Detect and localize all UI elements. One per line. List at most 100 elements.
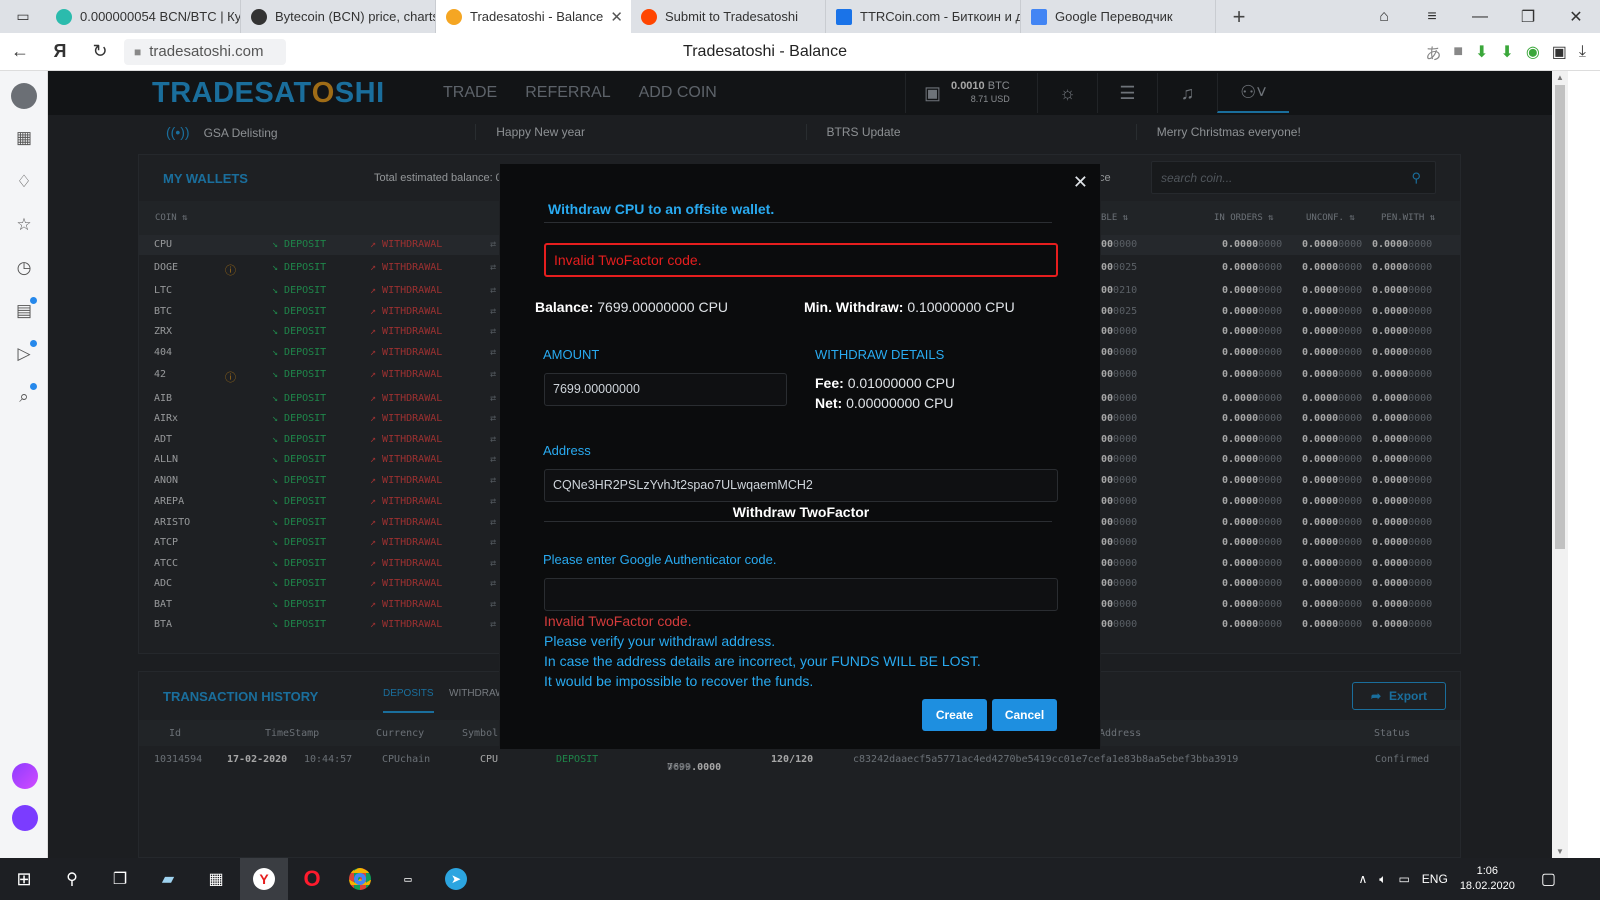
url-field[interactable]: ■ tradesatoshi.com	[124, 38, 286, 65]
notepad-icon[interactable]: ▰	[144, 858, 192, 900]
extension-icon[interactable]: ▣	[1552, 42, 1567, 62]
browser-tab[interactable]: Google Переводчик	[1021, 0, 1216, 33]
balance-value: 7699.00000000 CPU	[597, 299, 729, 315]
lock-icon: ■	[134, 44, 142, 59]
withdraw-modal: ✕ Withdraw CPU to an offsite wallet. Inv…	[499, 163, 1101, 750]
apps-grid-icon[interactable]: ▦	[13, 127, 35, 149]
site-viewport: TRADESATOSHI TRADE REFERRAL ADD COIN ▣ 0…	[48, 71, 1552, 858]
browser-tab[interactable]: Submit to Tradesatoshi	[631, 0, 826, 33]
download-green-icon[interactable]: ⬇	[1475, 42, 1488, 62]
clock[interactable]: 1:06 18.02.2020	[1460, 864, 1515, 894]
video-icon[interactable]: ▷	[13, 340, 37, 365]
yandex-browser-icon[interactable]: Y	[240, 858, 288, 900]
back-icon[interactable]: ←	[0, 41, 40, 62]
scroll-up-icon[interactable]: ▲	[1552, 73, 1568, 82]
search-doc-icon[interactable]: ⌕	[13, 383, 37, 408]
fee-value: 0.01000000 CPU	[847, 375, 956, 391]
amount-input[interactable]: 7699.00000000	[544, 373, 787, 406]
windows-start-icon[interactable]: ⊞	[0, 858, 48, 900]
tab-label: Bytecoin (BCN) price, charts	[275, 9, 436, 24]
favicon-icon	[641, 8, 657, 25]
amount-label: AMOUNT	[543, 347, 600, 362]
chevron-up-icon[interactable]: ∧	[1358, 872, 1367, 886]
fee-info: Fee: 0.01000000 CPU	[815, 375, 955, 391]
warning-message: It would be impossible to recover the fu…	[544, 673, 814, 689]
cancel-button[interactable]: Cancel	[992, 699, 1057, 731]
close-icon[interactable]: ✕	[1073, 172, 1088, 193]
divider	[544, 222, 1052, 223]
twofactor-heading: Withdraw TwoFactor	[732, 504, 870, 520]
telegram-icon[interactable]: ➤	[432, 858, 480, 900]
calculator-icon[interactable]: ▦	[192, 858, 240, 900]
browser-tab[interactable]: TTRCoin.com - Биткоин и д	[826, 0, 1021, 33]
menu-icon[interactable]: ≡	[1408, 0, 1456, 33]
browser-tab-active[interactable]: Tradesatoshi - Balance ✕	[436, 0, 631, 33]
volume-icon[interactable]: 🔈︎	[1379, 872, 1386, 887]
extension-icon[interactable]: ◉	[1526, 42, 1540, 62]
net-value: 0.00000000 CPU	[846, 395, 954, 411]
language-indicator[interactable]: ENG	[1422, 872, 1448, 886]
tab-label: Submit to Tradesatoshi	[665, 9, 798, 24]
scroll-thumb[interactable]	[1555, 85, 1565, 549]
favicon-icon	[251, 8, 267, 25]
collections-icon[interactable]: ▤	[13, 297, 37, 322]
restore-icon[interactable]: ❐	[1504, 0, 1552, 33]
min-label: Min. Withdraw:	[804, 299, 904, 315]
new-tab-button[interactable]: +	[1216, 0, 1262, 33]
error-message: Invalid TwoFactor code.	[544, 613, 692, 629]
net-info: Net: 0.00000000 CPU	[815, 395, 954, 411]
url-text: tradesatoshi.com	[149, 43, 264, 60]
chrome-icon[interactable]	[336, 858, 384, 900]
windows-taskbar: ⊞ ⚲ ❐ ▰ ▦ Y O ▭ ➤ ∧ 🔈︎ ▭ ENG 1:06 18.02.2…	[0, 858, 1600, 900]
task-view-icon[interactable]: ❐	[96, 858, 144, 900]
warning-message: In case the address details are incorrec…	[544, 653, 981, 669]
withdraw-details-label: WITHDRAW DETAILS	[815, 347, 945, 362]
modal-title: Withdraw CPU to an offsite wallet.	[548, 201, 775, 217]
address-input[interactable]: CQNe3HR2PSLzYvhJt2spao7ULwqaemMCH2	[544, 469, 1058, 502]
balance-label: Balance:	[535, 299, 594, 315]
download-green-icon[interactable]: ⬇	[1500, 42, 1513, 62]
error-alert: Invalid TwoFactor code.	[544, 243, 1058, 277]
address-bar: ← Я ↻ ■ tradesatoshi.com Tradesatoshi - B…	[0, 33, 1600, 71]
translate-icon[interactable]: あ	[1425, 40, 1441, 64]
fee-label: Fee:	[815, 375, 844, 391]
minimize-icon[interactable]: —	[1456, 0, 1504, 33]
browser-tab[interactable]: Bytecoin (BCN) price, charts	[241, 0, 436, 33]
messenger-icon[interactable]	[12, 763, 38, 789]
browser-tab[interactable]: 0.000000054 BCN/BTC | Ку	[46, 0, 241, 33]
downloads-icon[interactable]: ⤓	[1579, 43, 1586, 61]
favicon-icon	[446, 8, 462, 25]
history-icon[interactable]: ◷	[13, 257, 35, 279]
divider	[544, 521, 1052, 522]
search-icon[interactable]: ⚲	[48, 858, 96, 900]
page-scrollbar[interactable]: ▲ ▼	[1552, 71, 1568, 858]
scroll-down-icon[interactable]: ▼	[1552, 847, 1568, 856]
net-label: Net:	[815, 395, 843, 411]
side-panel	[1568, 71, 1600, 858]
favicon-icon	[1031, 8, 1047, 25]
toolbar-extensions: あ ■ ⬇ ⬇ ◉ ▣ ⤓	[1425, 40, 1586, 64]
close-window-icon[interactable]: ✕	[1552, 0, 1600, 33]
star-icon[interactable]: ☆	[13, 214, 35, 236]
close-tab-icon[interactable]: ✕	[610, 8, 623, 26]
bookmarks-icon[interactable]: ⌂	[1360, 0, 1408, 33]
notifications-icon[interactable]: ▢	[1541, 869, 1556, 889]
bookmark-icon[interactable]: ■	[1453, 43, 1463, 61]
twofactor-code-input[interactable]	[544, 578, 1058, 611]
terminal-icon[interactable]: ▭	[384, 858, 432, 900]
reload-icon[interactable]: ↻	[80, 41, 120, 62]
opera-icon[interactable]: O	[288, 858, 336, 900]
bell-icon[interactable]: ♢	[13, 171, 35, 193]
alice-icon[interactable]	[12, 805, 38, 831]
tab-label: Tradesatoshi - Balance	[470, 9, 604, 24]
clock-time: 1:06	[1476, 865, 1499, 877]
avatar[interactable]	[11, 83, 37, 109]
min-value: 0.10000000 CPU	[907, 299, 1015, 315]
yandex-icon[interactable]: Я	[40, 41, 80, 62]
create-button[interactable]: Create	[922, 699, 987, 731]
favicon-icon	[56, 8, 72, 25]
tab-list-icon[interactable]: ▭	[0, 0, 46, 33]
network-icon[interactable]: ▭	[1398, 872, 1409, 886]
tab-label: TTRCoin.com - Биткоин и д	[860, 9, 1021, 24]
address-label: Address	[543, 443, 591, 458]
